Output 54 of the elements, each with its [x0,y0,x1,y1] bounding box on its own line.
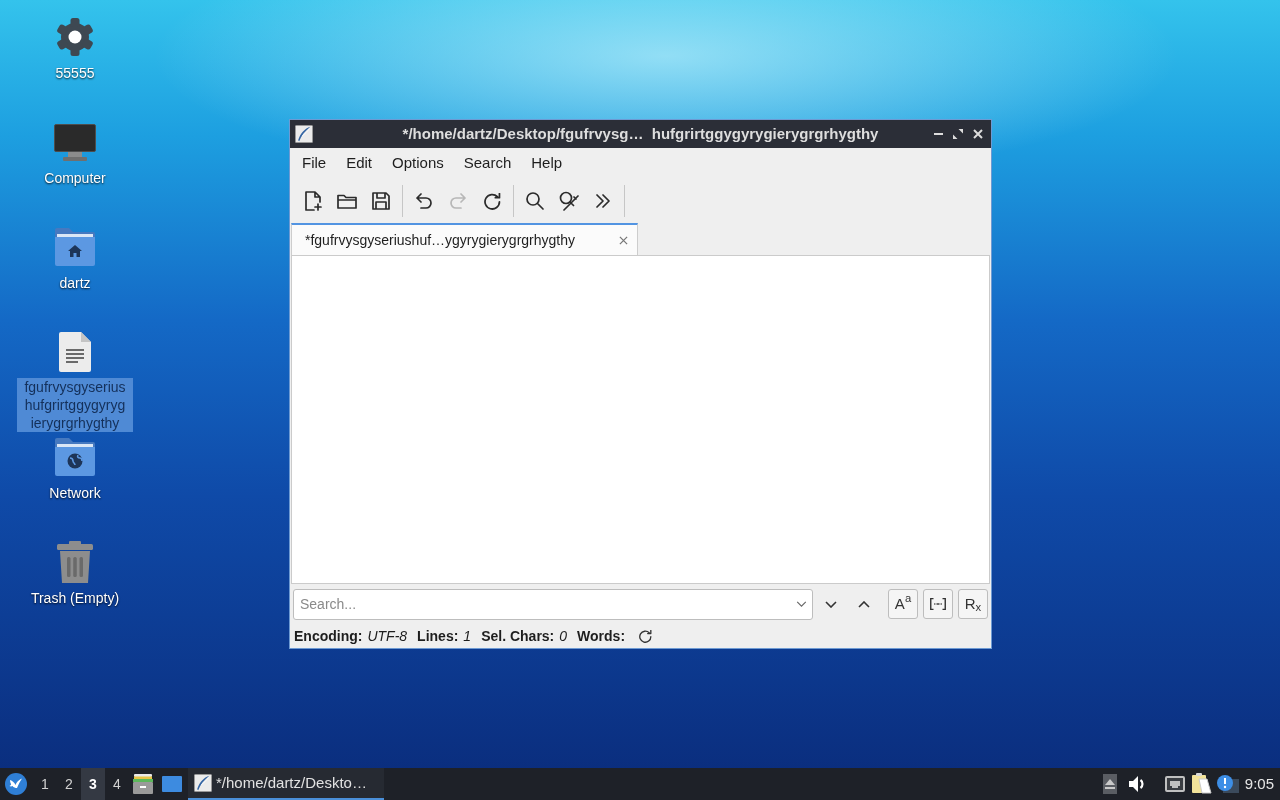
taskbar-window-button[interactable]: */home/dartz/Deskto… [188,768,384,800]
status-label: Sel. Chars: [481,626,555,646]
reload-icon[interactable] [483,192,501,210]
monitor-icon[interactable] [54,123,96,161]
search-icon[interactable] [526,192,544,210]
search-field[interactable]: Search... [293,588,813,620]
maximize-icon[interactable] [953,129,963,139]
window-title: */home/dartz/Desktop/fgufrvysg… hufgrirtggygyrygierygrgrhygthy [401,123,880,144]
eject-icon[interactable] [1102,774,1117,794]
workspace-button[interactable]: 2 [57,768,81,800]
text-file-icon[interactable] [59,331,91,372]
quill-icon[interactable] [194,774,212,792]
whole-word-button[interactable] [923,589,953,619]
status-value: 0 [559,626,568,646]
new-file-icon[interactable] [304,191,322,211]
chevron-down-icon[interactable] [825,600,837,608]
status-label: Words: [577,626,626,646]
trash-icon[interactable] [57,541,93,583]
menu-item[interactable]: Search [453,148,522,178]
regex-button[interactable]: R$_{x}$ [958,589,988,619]
network-port-icon[interactable] [1164,776,1185,792]
home-folder-icon[interactable] [55,228,95,266]
editor-tab[interactable]: *fgufrvysgyseriushuf…ygyrygierygrgrhygthy [291,223,638,255]
bracket-dashes-icon[interactable] [930,598,946,610]
gear-icon[interactable] [55,17,95,57]
minimize-icon[interactable] [933,133,943,135]
status-label: Lines: [417,626,459,646]
undo-icon[interactable] [416,193,432,209]
desktop-icon-label[interactable]: fgufrvysgyseriushufgrirtggygyrygierygrgrhygthy [17,378,133,432]
globe-folder-icon[interactable] [55,438,95,476]
match-case-button[interactable]: A$^{a}$ [888,589,918,619]
workspace-button[interactable]: 4 [105,768,129,800]
quill-icon [295,125,313,143]
status-value: UTF-8 [367,626,408,646]
menu-item[interactable]: Help [521,148,573,178]
drawer-icon[interactable] [133,774,153,794]
dropdown-caret-icon[interactable] [796,600,807,607]
search-pen-icon[interactable] [559,191,579,211]
menu-item[interactable]: File [292,148,337,178]
workspace-button[interactable]: 1 [33,768,57,800]
status-label: Encoding: [294,626,363,646]
folder-icon[interactable] [337,193,357,209]
double-chevron-icon[interactable] [596,194,610,208]
desktop-icon-label[interactable]: Network [42,484,108,502]
notes-icon[interactable] [1191,773,1212,795]
menu-item[interactable]: Edit [336,148,383,178]
clock: 9:05 [1244,773,1274,794]
chevron-up-icon[interactable] [858,600,870,608]
menu-item[interactable]: Options [382,148,454,178]
alert-badge-icon[interactable] [1216,775,1239,793]
workspace-button[interactable]: 3 [81,768,105,800]
status-value: 1 [463,626,472,646]
desktop-icon-label[interactable]: Trash (Empty) [23,589,127,607]
desktop-icon-label[interactable]: dartz [52,274,98,292]
